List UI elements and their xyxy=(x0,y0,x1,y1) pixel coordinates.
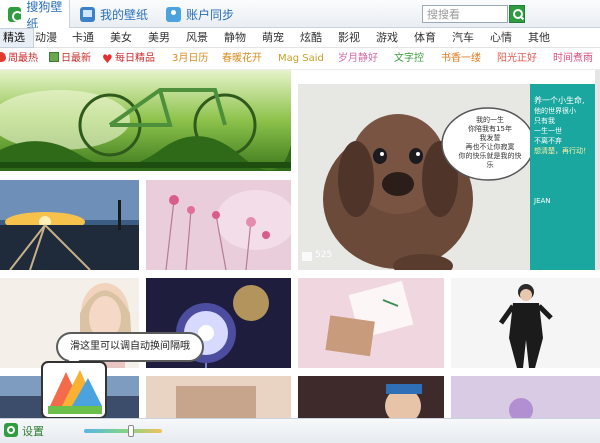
tag-label: 每日精品 xyxy=(115,53,155,64)
wallpaper-man-suit[interactable] xyxy=(451,278,600,368)
quote-line: 再也不让你寂寞 xyxy=(465,143,515,151)
quote-line: 我发誓 xyxy=(479,134,501,142)
wallpaper-letter[interactable] xyxy=(298,278,444,368)
tag-time-rain[interactable]: 时间煮雨 xyxy=(553,48,593,70)
account-sync-icon xyxy=(166,6,181,22)
tag-text-lover[interactable]: 文字控 xyxy=(394,48,424,70)
interval-slider-thumb[interactable] xyxy=(127,425,134,437)
category-other[interactable]: 其他 xyxy=(519,28,559,48)
category-cool[interactable]: 炫酷 xyxy=(291,28,331,48)
mascot-card-icon xyxy=(41,361,107,418)
tab-label: 我的壁纸 xyxy=(100,7,149,22)
side-line: 不离不弃 xyxy=(534,137,562,145)
settings-icon[interactable] xyxy=(4,423,18,437)
wallpaper-row4-c[interactable] xyxy=(298,376,444,418)
flowers-image xyxy=(146,180,291,270)
likes-count: 525 xyxy=(315,250,333,260)
new-icon xyxy=(49,52,59,62)
category-cartoon[interactable]: 卡通 xyxy=(63,28,103,48)
man-image xyxy=(451,278,600,368)
hot-icon xyxy=(0,52,6,62)
brand-mark: JEAN xyxy=(534,197,551,205)
wallpaper-featured-puppy[interactable]: 我的一生 你陪我有15年 我发誓 再也不让你寂寞 你的快乐就是我的快乐 养一个小… xyxy=(298,84,595,270)
heart-icon xyxy=(102,48,113,70)
tag-march-calendar[interactable]: 3月日历 xyxy=(172,48,208,70)
top-tab-bar: 搜狗壁纸 我的壁纸 账户同步 xyxy=(0,0,600,31)
tag-mag-said[interactable]: Mag Said xyxy=(278,48,324,70)
tab-sogou-wallpaper[interactable]: 搜狗壁纸 xyxy=(0,0,70,31)
railway-image xyxy=(0,180,139,270)
category-bar: 精选 动漫 卡通 美女 美男 风景 静物 萌宠 炫酷 影视 游戏 体育 汽车 心… xyxy=(0,28,600,48)
tag-book-fragrance[interactable]: 书香一缕 xyxy=(441,48,481,70)
side-line: 他的世界很小 xyxy=(534,107,576,115)
category-scenery[interactable]: 风景 xyxy=(177,28,217,48)
tag-spring-flowers[interactable]: 春暖花开 xyxy=(222,48,262,70)
hint-text: 滑这里可以调自动换间隔哦 xyxy=(70,341,190,352)
side-highlight: 想清楚，再行动！ xyxy=(534,147,590,155)
quote-line: 我的一生 xyxy=(476,116,504,124)
category-games[interactable]: 游戏 xyxy=(367,28,407,48)
puppy-quote: 我的一生 你陪我有15年 我发誓 再也不让你寂寞 你的快乐就是我的快乐 xyxy=(456,116,524,170)
tag-quiet-years[interactable]: 岁月静好 xyxy=(338,48,378,70)
tag-bar: 周最热 日最新 每日精品 3月日历 春暖花开 Mag Said 岁月静好 文字控… xyxy=(0,48,600,70)
puppy-side-text: 养一个小生命, 他的世界很小 只有我 一生一世 不离不弃 想清楚，再行动！ JE… xyxy=(534,96,592,206)
category-pets[interactable]: 萌宠 xyxy=(253,28,293,48)
category-beauty[interactable]: 美女 xyxy=(101,28,141,48)
settings-button[interactable]: 设置 xyxy=(22,423,44,439)
interval-slider[interactable] xyxy=(84,429,162,433)
tag-bright-sun[interactable]: 阳光正好 xyxy=(497,48,537,70)
tab-label: 搜狗壁纸 xyxy=(26,0,63,31)
tag-daily-new[interactable]: 日最新 xyxy=(49,48,91,70)
wallpaper-row4-b[interactable] xyxy=(146,376,291,418)
wallpaper-railway-sunset[interactable] xyxy=(0,180,139,270)
category-mood[interactable]: 心情 xyxy=(481,28,521,48)
tab-my-wallpaper[interactable]: 我的壁纸 xyxy=(72,0,152,28)
sogou-logo-icon xyxy=(8,7,24,22)
quote-line: 你陪我有15年 xyxy=(468,125,512,133)
grid-edge xyxy=(595,70,600,270)
tab-label: 账户同步 xyxy=(186,7,235,22)
row4-image-b xyxy=(146,376,291,418)
tag-label: 周最热 xyxy=(8,53,38,64)
search-icon[interactable] xyxy=(509,5,525,23)
tab-account-sync[interactable]: 账户同步 xyxy=(158,0,238,28)
row4-image-d xyxy=(451,376,600,418)
quote-line: 你的快乐就是我的快乐 xyxy=(458,152,522,169)
my-wallpaper-icon xyxy=(80,6,95,22)
wallpaper-row4-d[interactable] xyxy=(451,376,600,418)
category-cars[interactable]: 汽车 xyxy=(443,28,483,48)
side-line: 一生一世 xyxy=(534,127,562,135)
category-anime[interactable]: 动漫 xyxy=(26,28,66,48)
category-sports[interactable]: 体育 xyxy=(405,28,445,48)
bottom-bar: 设置 xyxy=(0,418,600,443)
category-still-life[interactable]: 静物 xyxy=(215,28,255,48)
wallpaper-bicycle[interactable] xyxy=(0,70,291,171)
bicycle-image xyxy=(0,70,291,171)
search-input[interactable] xyxy=(422,5,508,23)
tag-daily-picks[interactable]: 每日精品 xyxy=(102,48,155,70)
wallpaper-pink-flowers[interactable] xyxy=(146,180,291,270)
tag-weekly-hot[interactable]: 周最热 xyxy=(0,48,38,70)
side-title: 养一个小生命, xyxy=(534,96,585,105)
row4-image-c xyxy=(298,376,444,418)
letter-image xyxy=(298,278,444,368)
category-handsome[interactable]: 美男 xyxy=(139,28,179,48)
category-film[interactable]: 影视 xyxy=(329,28,369,48)
side-line: 只有我 xyxy=(534,117,555,125)
tag-label: 日最新 xyxy=(61,53,91,64)
